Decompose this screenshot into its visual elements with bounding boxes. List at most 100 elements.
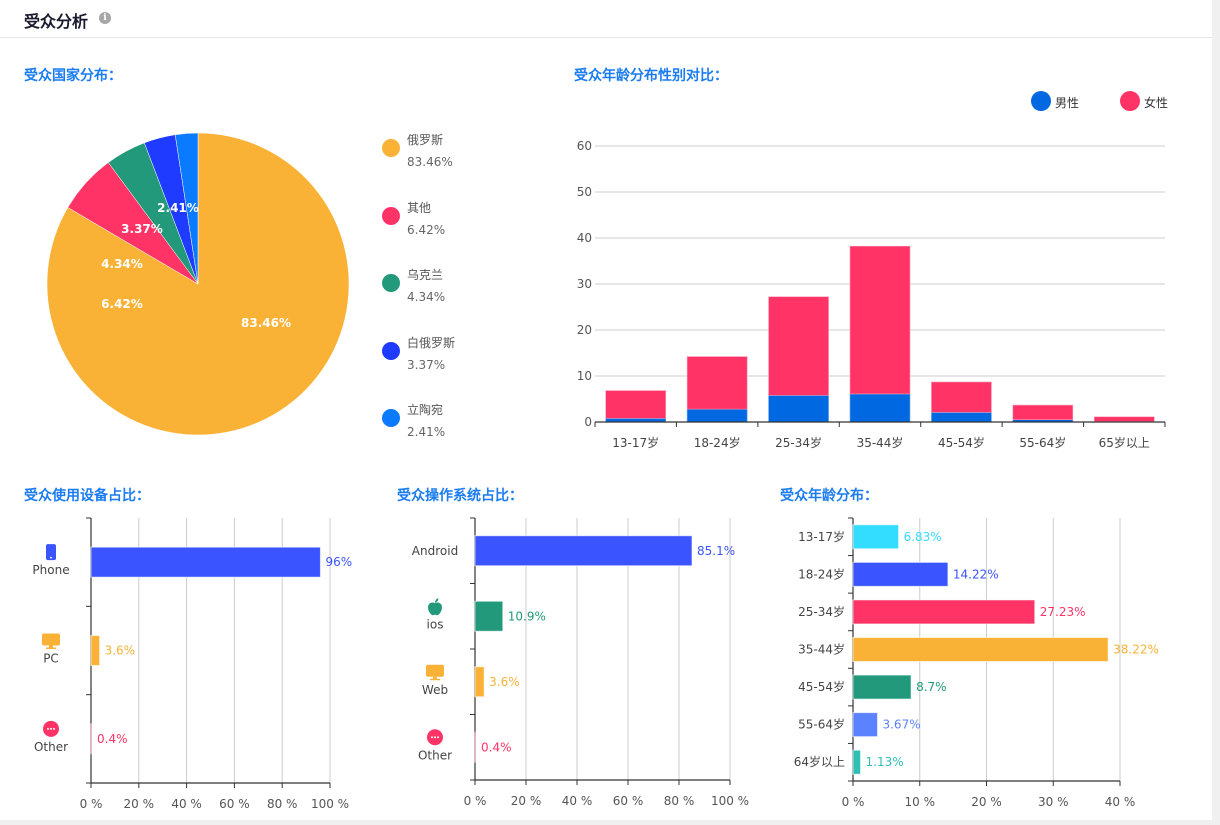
x-tick-label: 55-64岁 — [1019, 435, 1066, 450]
y-tick-label: 10 — [577, 369, 592, 383]
monitor-icon — [426, 664, 444, 681]
monitor-stand — [430, 678, 440, 681]
monitor-screen — [42, 633, 60, 646]
x-tick-label: 40 % — [562, 794, 593, 808]
bar-segment[interactable] — [768, 395, 829, 423]
monitor-stand — [46, 647, 56, 649]
bar-value-label: 14.22% — [953, 567, 999, 581]
bar[interactable] — [90, 635, 101, 666]
apple-leaf — [435, 598, 439, 603]
bar-value-label: 1.13% — [866, 755, 904, 769]
pie-data-label: 2.41% — [157, 201, 199, 215]
bar[interactable] — [474, 600, 504, 632]
more-icon — [427, 729, 443, 746]
bar-value-label: 3.67% — [882, 718, 920, 732]
monitor-neck — [433, 676, 437, 679]
pie-data-label: 6.42% — [101, 297, 143, 311]
monitor-screen — [426, 664, 444, 677]
pie-data-label: 3.37% — [121, 222, 163, 236]
x-tick-label: 0 % — [842, 795, 865, 809]
y-tick-label: ios — [427, 617, 444, 631]
os-chart: 0 % 20 % 40 % 60 % 80 % 100 % 85.1% Android 10.9… — [412, 517, 749, 808]
bar[interactable] — [852, 674, 912, 700]
bar[interactable] — [474, 731, 477, 763]
age-chart: 0 % 10 % 20 % 30 % 40 % 6.83% 13-17岁 14.22% 18-2… — [794, 517, 1159, 809]
y-tick-label: 0 — [584, 415, 592, 429]
bar[interactable] — [90, 546, 321, 578]
bar[interactable] — [852, 637, 1109, 662]
x-tick-label: 80 % — [664, 794, 695, 808]
more-dot — [47, 727, 49, 730]
bar-value-label: 3.6% — [489, 675, 520, 689]
x-tick-label: 0 % — [80, 797, 103, 811]
y-tick-label: 18-24岁 — [798, 566, 845, 581]
bar[interactable] — [474, 666, 485, 698]
phone-button — [50, 556, 52, 559]
bar-value-label: 10.9% — [508, 609, 546, 623]
x-tick-label: 20 % — [124, 797, 155, 811]
y-tick-label: 40 — [577, 231, 592, 245]
apple-icon — [428, 598, 442, 616]
bar-value-label: 3.6% — [105, 644, 136, 658]
bar-segment[interactable] — [686, 408, 748, 423]
x-tick-label: 18-24岁 — [694, 435, 741, 450]
bar-value-label: 8.7% — [916, 680, 947, 694]
y-tick-label: 30 — [577, 277, 592, 291]
y-tick-label: 45-54岁 — [798, 679, 845, 694]
x-tick-label: 35-44岁 — [857, 435, 904, 450]
y-tick-label: Android — [412, 544, 458, 558]
bar-value-label: 85.1% — [697, 544, 735, 558]
monitor-icon — [42, 633, 60, 649]
more-dot — [437, 736, 439, 739]
x-tick-label: 20 % — [971, 795, 1002, 809]
more-dot — [431, 736, 433, 739]
x-tick-label: 80 % — [267, 797, 298, 811]
y-tick-label: 55-64岁 — [798, 717, 845, 732]
x-tick-label: 45-54岁 — [938, 435, 985, 450]
x-tick-label: 0 % — [464, 794, 487, 808]
bar-segment[interactable] — [931, 412, 992, 423]
y-tick-label: 50 — [577, 185, 592, 199]
bar[interactable] — [852, 599, 1036, 625]
bar-segment[interactable] — [849, 393, 911, 423]
apple-body — [428, 602, 442, 616]
bar-segment[interactable] — [1012, 404, 1074, 421]
x-tick-label: 25-34岁 — [775, 435, 822, 450]
bar-value-label: 38.22% — [1113, 643, 1159, 657]
bar[interactable] — [852, 749, 862, 775]
pie-data-label: 83.46% — [241, 316, 291, 330]
y-tick-label: 60 — [577, 139, 592, 153]
bar[interactable] — [90, 723, 93, 755]
x-tick-label: 10 % — [905, 795, 936, 809]
y-tick-label: 20 — [577, 323, 592, 337]
bar-segment[interactable] — [931, 381, 992, 413]
bar-value-label: 0.4% — [97, 732, 128, 746]
y-tick-label: 64岁以上 — [794, 754, 845, 769]
bar-segment[interactable] — [686, 356, 748, 410]
x-tick-label: 60 % — [613, 794, 644, 808]
y-tick-label: 13-17岁 — [798, 529, 845, 544]
x-tick-label: 40 % — [1105, 795, 1136, 809]
pie-chart: 83.46% 6.42% 4.34% 3.37% 2.41% — [46, 132, 350, 436]
bar[interactable] — [852, 712, 878, 738]
x-tick-label: 100 % — [711, 794, 749, 808]
bar-value-label: 0.4% — [481, 740, 512, 754]
monitor-neck — [49, 645, 53, 648]
charts-canvas: 83.46% 6.42% 4.34% 3.37% 2.41% 0 10 20 30 40 50 60 1… — [32, 132, 1166, 811]
bar-value-label: 6.83% — [904, 530, 942, 544]
bar-segment[interactable] — [1093, 416, 1155, 422]
x-tick-label: 40 % — [171, 797, 202, 811]
x-tick-label: 20 % — [511, 794, 542, 808]
bar-segment[interactable] — [849, 245, 911, 395]
pie-data-label: 4.34% — [101, 257, 143, 271]
bar[interactable] — [474, 535, 693, 567]
bar[interactable] — [852, 561, 949, 587]
bar-segment[interactable] — [605, 390, 667, 419]
bar[interactable] — [852, 524, 900, 550]
y-tick-label: 25-34岁 — [798, 604, 845, 619]
bar-segment[interactable] — [768, 296, 829, 396]
y-tick-label: 35-44岁 — [798, 642, 845, 657]
y-tick-label: Phone — [32, 563, 69, 577]
x-tick-label: 30 % — [1038, 795, 1069, 809]
y-tick-label: Other — [418, 748, 452, 762]
